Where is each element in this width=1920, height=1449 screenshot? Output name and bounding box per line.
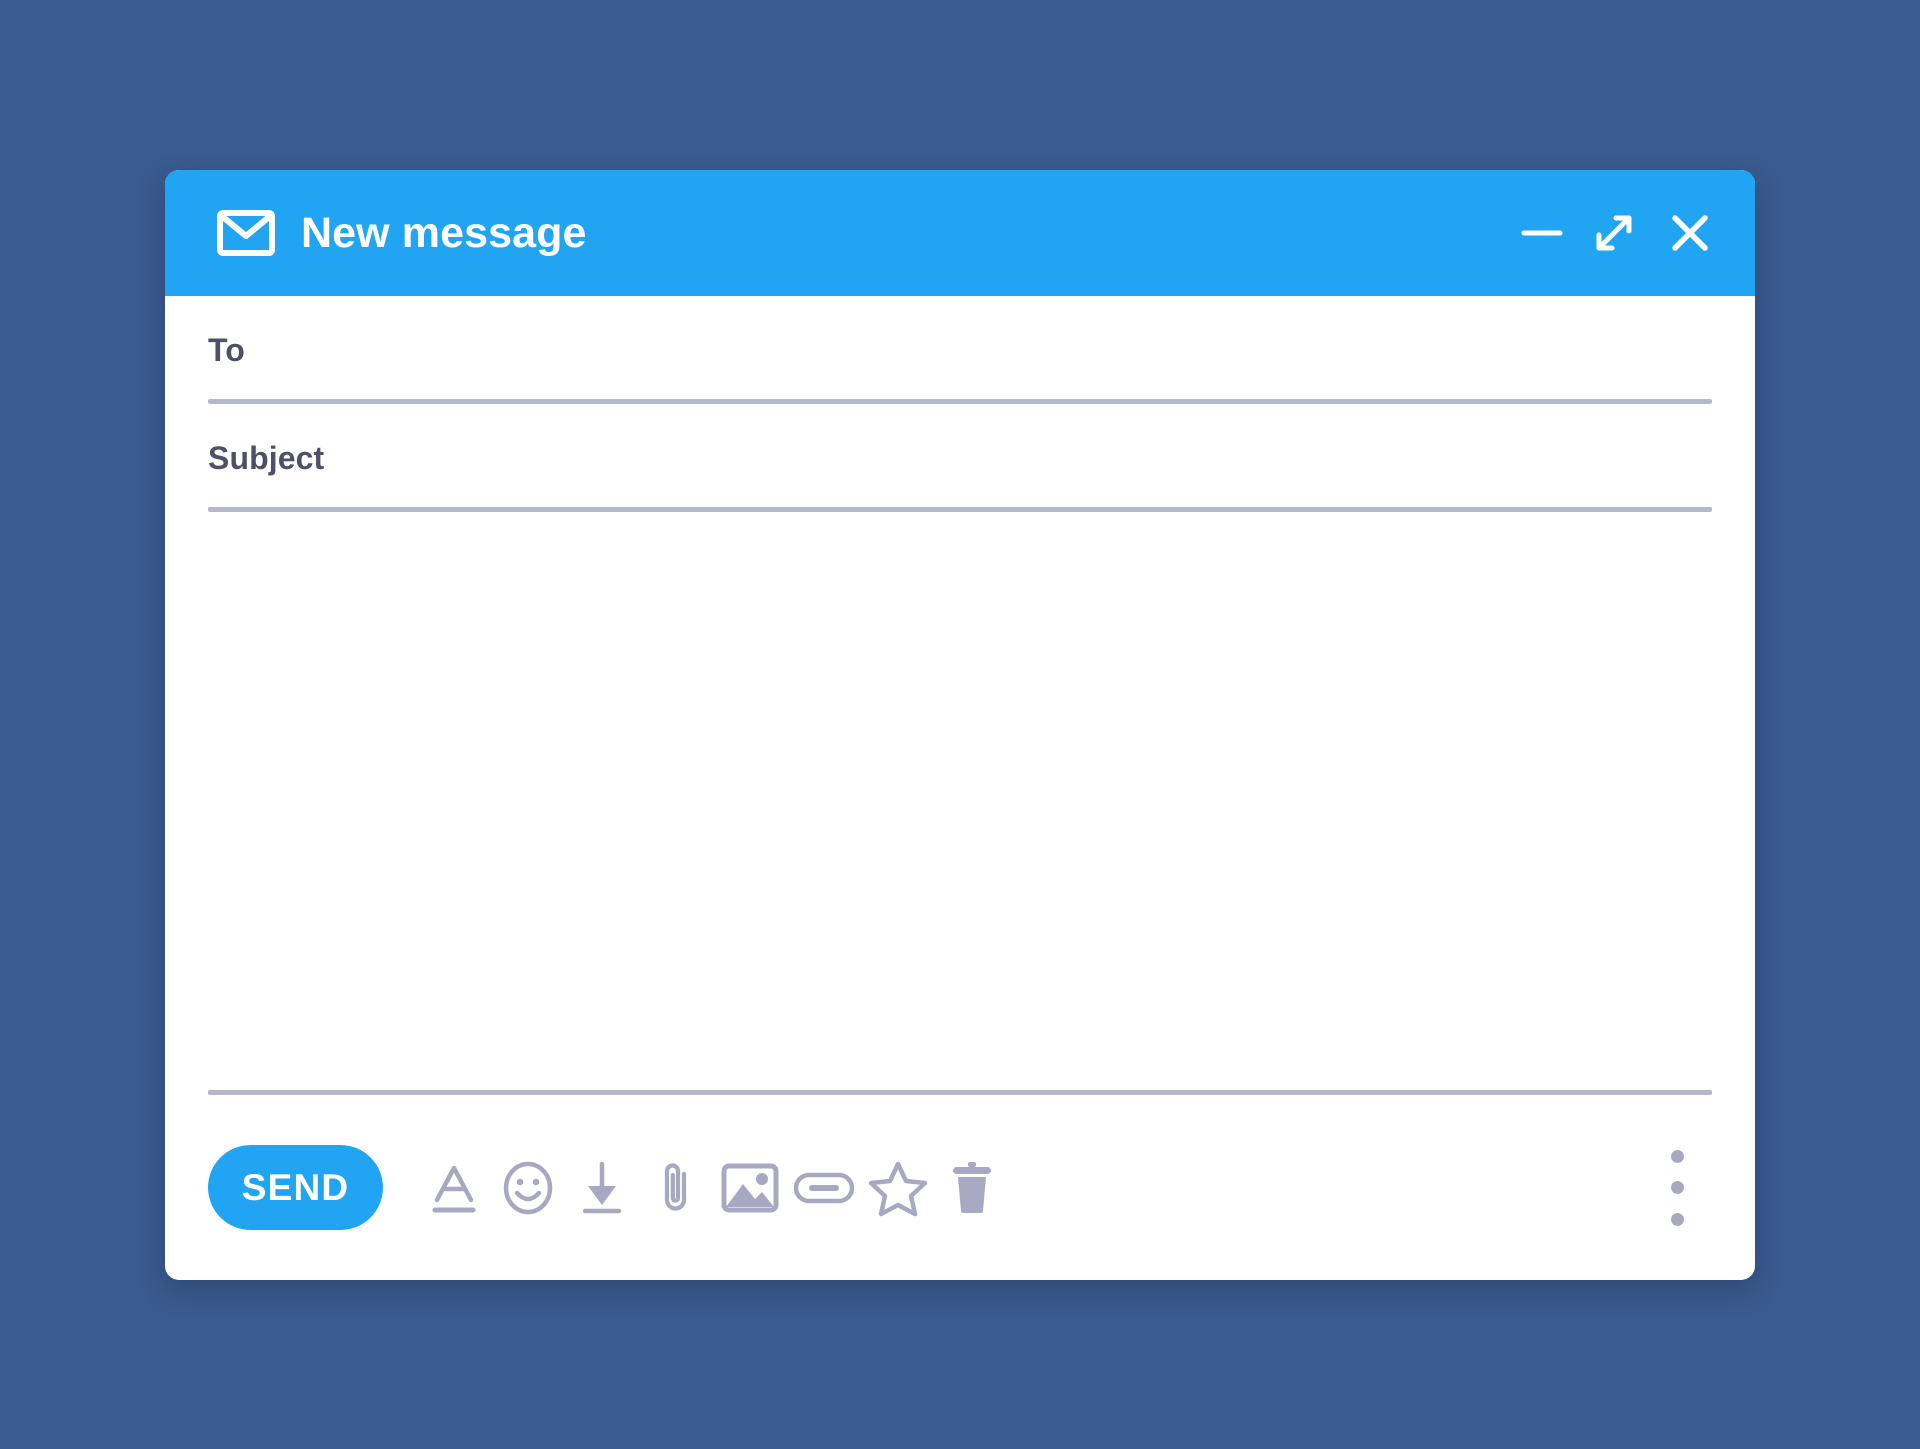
- compose-fields-area: To Subject: [165, 296, 1755, 1095]
- to-field-row[interactable]: To: [208, 296, 1712, 404]
- minimize-button[interactable]: [1511, 202, 1573, 264]
- format-text-icon: [432, 1165, 476, 1212]
- titlebar-left-group: New message: [217, 209, 1511, 258]
- maximize-button[interactable]: [1583, 202, 1645, 264]
- send-button[interactable]: SEND: [208, 1145, 383, 1230]
- window-controls: [1511, 202, 1721, 264]
- close-icon: [1672, 215, 1708, 251]
- insert-link-button[interactable]: [787, 1151, 861, 1225]
- star-button[interactable]: [861, 1151, 935, 1225]
- more-options-button[interactable]: [1642, 1144, 1712, 1232]
- star-icon: [868, 1161, 928, 1216]
- delete-button[interactable]: [935, 1151, 1009, 1225]
- insert-from-drive-button[interactable]: [565, 1151, 639, 1225]
- window-title: New message: [301, 208, 587, 257]
- window-titlebar[interactable]: New message: [165, 170, 1755, 296]
- insert-photo-icon: [721, 1163, 779, 1212]
- delete-icon: [953, 1161, 991, 1213]
- subject-field-label: Subject: [208, 439, 325, 476]
- attach-file-icon: [664, 1162, 687, 1211]
- to-field-label: To: [208, 332, 245, 368]
- compose-window: New message To Subject SEND: [165, 170, 1755, 1280]
- more-vertical-icon-dot: [1670, 1181, 1684, 1194]
- message-body-input[interactable]: [208, 512, 1712, 1090]
- subject-field-row[interactable]: Subject: [208, 404, 1712, 512]
- more-vertical-icon: [1670, 1149, 1684, 1163]
- envelope-icon: [217, 210, 275, 256]
- toolbar-icon-group: [417, 1151, 1642, 1225]
- emoji-icon: [503, 1161, 553, 1214]
- more-vertical-icon-dot: [1670, 1212, 1684, 1226]
- attach-file-button[interactable]: [639, 1151, 713, 1225]
- emoji-button[interactable]: [491, 1151, 565, 1225]
- insert-from-drive-icon: [582, 1161, 622, 1213]
- maximize-icon: [1596, 215, 1632, 251]
- insert-photo-button[interactable]: [713, 1151, 787, 1225]
- message-body-row: [208, 512, 1712, 1095]
- format-text-button[interactable]: [417, 1151, 491, 1225]
- insert-link-icon: [793, 1172, 855, 1203]
- compose-toolbar: SEND: [165, 1095, 1755, 1280]
- close-button[interactable]: [1659, 202, 1721, 264]
- minimize-icon: [1521, 230, 1563, 236]
